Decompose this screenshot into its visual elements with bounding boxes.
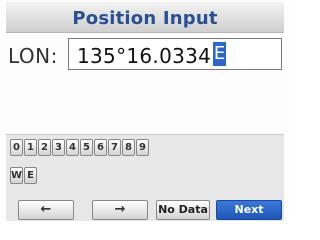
cursor-left-button[interactable]: ← <box>18 200 74 220</box>
key-6[interactable]: 6 <box>94 139 107 156</box>
no-data-button[interactable]: No Data <box>156 200 210 220</box>
key-5[interactable]: 5 <box>80 139 93 156</box>
key-8[interactable]: 8 <box>122 139 135 156</box>
longitude-field-row: LON: 135°16.0334 E <box>6 36 284 76</box>
key-2[interactable]: 2 <box>38 139 51 156</box>
key-7[interactable]: 7 <box>108 139 121 156</box>
title-bar: Position Input <box>6 2 284 33</box>
key-3[interactable]: 3 <box>52 139 65 156</box>
key-0[interactable]: 0 <box>10 139 23 156</box>
cursor-right-button[interactable]: → <box>92 200 148 220</box>
key-1[interactable]: 1 <box>24 139 37 156</box>
longitude-input[interactable]: 135°16.0334 E <box>68 38 282 70</box>
on-screen-keypad: 0 1 2 3 4 5 6 7 8 9 W E ← → No Data Next <box>6 134 284 221</box>
key-9[interactable]: 9 <box>136 139 149 156</box>
text-cursor: E <box>213 42 226 66</box>
page-title: Position Input <box>72 8 218 29</box>
position-input-screen: Position Input LON: 135°16.0334 E 0 1 2 … <box>0 0 290 221</box>
key-w[interactable]: W <box>10 167 23 184</box>
next-button[interactable]: Next <box>216 200 282 220</box>
key-4[interactable]: 4 <box>66 139 79 156</box>
longitude-label: LON: <box>8 44 58 68</box>
key-e[interactable]: E <box>24 167 37 184</box>
longitude-value: 135°16.0334 <box>77 44 212 68</box>
